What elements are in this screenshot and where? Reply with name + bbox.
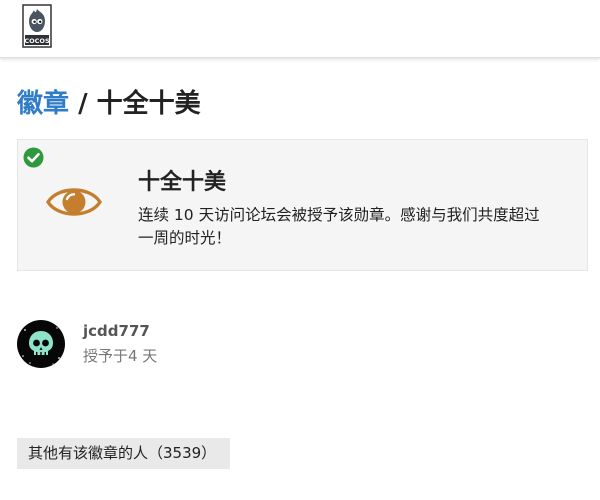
page-title: 徽章 / 十全十美 [17, 84, 201, 124]
breadcrumb-separator: / [69, 89, 97, 119]
eye-icon [46, 188, 102, 216]
username-link[interactable]: jcdd777 [83, 321, 150, 341]
breadcrumb-badges-link[interactable]: 徽章 [17, 89, 69, 119]
badge-card: 十全十美 连续 10 天访问论坛会被授予该勋章。感谢与我们共度超过一周的时光！ [17, 139, 588, 271]
page-title-badge-name: 十全十美 [96, 89, 201, 119]
svg-text:COCOS: COCOS [24, 37, 50, 45]
check-circle-icon [23, 147, 44, 168]
badge-description: 连续 10 天访问论坛会被授予该勋章。感谢与我们共度超过一周的时光！ [138, 206, 540, 247]
granted-time: 授予于4 天 [83, 347, 158, 365]
badge-name: 十全十美 [138, 170, 227, 195]
skull-avatar-icon [17, 320, 65, 368]
site-header: COCOS [0, 0, 600, 58]
cocos-logo[interactable]: COCOS [22, 4, 52, 48]
user-avatar[interactable] [17, 320, 65, 368]
other-badge-holders-button[interactable]: 其他有该徽章的人（3539） [17, 438, 230, 469]
